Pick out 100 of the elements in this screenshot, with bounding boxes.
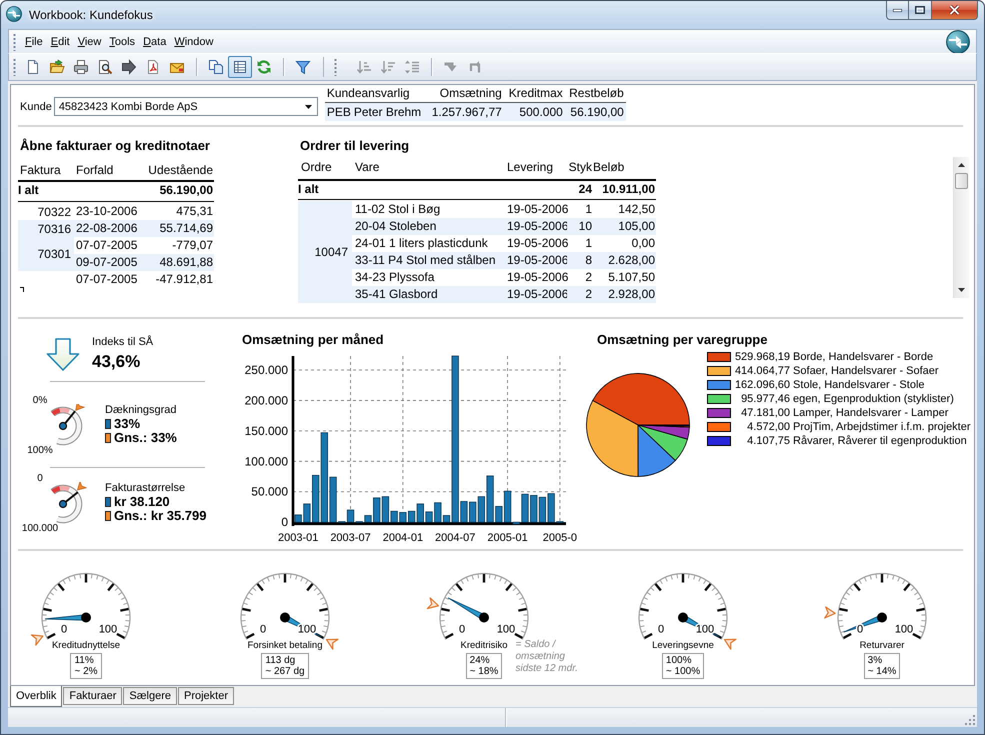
table-cell: 19-05-2006 — [505, 218, 567, 235]
axis-label: 2003-07 — [330, 532, 371, 544]
menu-item[interactable]: Edit — [46, 34, 74, 50]
kpi-figure: kr 38.120 — [114, 495, 170, 509]
arrows-logo-icon — [6, 6, 22, 22]
gauge-needle — [58, 410, 76, 430]
table-cell: 56.190,00 — [564, 103, 626, 121]
legend-label: 4.572,00 ProjTim, Arbejdstimer i.f.m. projekter — [746, 421, 971, 433]
table-cell-text: -47.912,81 — [154, 271, 214, 288]
axis-label: 150.000 — [244, 424, 288, 438]
gauge-needle — [843, 612, 887, 633]
column-header: Beløb — [593, 159, 626, 176]
table-cell-text: 19-05-2006 — [506, 269, 567, 286]
gauge-label: Kreditudnyttelse — [52, 640, 120, 652]
scale-label: 100 — [98, 624, 118, 636]
axis-label: 0 — [281, 515, 288, 530]
tab[interactable]: Overblik — [10, 686, 62, 707]
table-cell: 70316 — [18, 220, 74, 237]
gauge-value: 113 dg — [265, 655, 296, 666]
chart-title: Omsætning per varegruppe — [597, 332, 768, 348]
table-cell: 55.714,69 — [140, 220, 214, 237]
tab[interactable]: Sælgere — [123, 687, 177, 705]
close-button[interactable] — [932, 1, 978, 20]
table-cell: 09-07-2005 — [74, 254, 140, 271]
menu-item[interactable]: File — [21, 34, 47, 50]
gauge-note: = Saldo / omsætning sidste 12 mdr. — [516, 639, 579, 676]
gauge-value: 100% — [666, 655, 692, 666]
open-folder-icon — [49, 59, 65, 75]
gauge-label: Leveringsevne — [652, 640, 714, 652]
toolbar-button[interactable] — [228, 56, 252, 78]
table-cell-text: 142,50 — [617, 201, 656, 218]
pdf-document-icon — [145, 59, 161, 75]
tab[interactable]: Projekter — [178, 687, 234, 705]
scale-label: 100 — [496, 624, 516, 636]
grip-icon — [334, 58, 337, 76]
table-cell: 10 — [567, 218, 593, 235]
scroll-thumb[interactable] — [955, 173, 968, 189]
menu-item[interactable]: Data — [139, 34, 170, 50]
scale-label: 0 — [60, 624, 68, 636]
section-title: Ordrer til levering — [300, 138, 410, 154]
marker-icon — [326, 638, 339, 650]
gauge-needle — [448, 597, 489, 622]
resize-grip-icon — [964, 714, 975, 725]
table-cell-text: 1 — [584, 201, 593, 218]
axis-label: 100.000 — [244, 454, 288, 468]
maximize-button[interactable] — [908, 1, 932, 20]
caret-icon — [304, 104, 312, 108]
menu-item[interactable]: Tools — [105, 34, 140, 50]
down-arrow-icon — [958, 288, 965, 292]
gauge-average: ~ 18% — [470, 666, 498, 677]
legend-label: 162.096,60 Stole, Handelsvarer - Stole — [734, 379, 926, 391]
menu-item[interactable]: View — [74, 34, 106, 50]
table-cell: 19-05-2006 — [505, 252, 567, 269]
column-header: Udestående — [147, 162, 214, 179]
table-cell-text: 11-02 Stol i Bøg — [354, 201, 442, 218]
bent-arrow-icon — [467, 59, 483, 75]
gauge-label: Kreditrisiko — [460, 640, 508, 652]
gauge-value: 24% — [470, 655, 491, 666]
axis-label: 2004-07 — [435, 532, 476, 544]
total-quantity: 24 — [578, 181, 593, 198]
kpi-figure: Gns.: 33% — [114, 431, 177, 445]
gauge-needle — [58, 491, 78, 508]
menu-item[interactable]: Window — [170, 34, 218, 50]
gauge-label: Returvarer — [860, 640, 904, 652]
gauge-value: 11% — [74, 655, 95, 666]
table-cell-text: 70322 — [36, 204, 72, 220]
table-cell-text: 1 — [584, 235, 593, 252]
field-label: Kunde — [20, 100, 52, 114]
column-header: Styk — [568, 159, 593, 176]
maximize-icon — [915, 6, 925, 14]
tab[interactable]: Fakturaer — [63, 687, 122, 705]
legend-label: 414.064,77 Sofaer, Handelsvarer - Sofaer — [734, 365, 940, 377]
minimize-icon — [893, 8, 902, 12]
table-cell-text: 5.107,50 — [607, 269, 656, 286]
corner-mark-icon — [20, 287, 24, 292]
kpi-figure: Gns.: kr 35.799 — [114, 509, 206, 523]
table-cell: 10047 — [298, 201, 352, 303]
scale-label: 100.000 — [20, 524, 60, 534]
scale-label: 0 — [458, 624, 466, 636]
sort-descending-icon — [380, 59, 396, 75]
table-cell-text: 34-23 Plyssofa — [354, 269, 436, 286]
gauge-average: ~ 100% — [666, 666, 700, 677]
gauge-average: ~ 267 dg — [265, 666, 305, 677]
axis-label: 250.000 — [244, 363, 288, 377]
table-cell-text: 475,31 — [175, 203, 214, 220]
column-header: Levering — [506, 159, 554, 176]
sort-list-icon — [404, 59, 420, 75]
table-cell-text: -779,07 — [171, 237, 214, 254]
customer-dropdown[interactable]: 45823423 Kombi Borde ApS — [54, 97, 318, 116]
gauge-average: ~ 14% — [868, 666, 896, 677]
scale-label: 0 — [36, 474, 44, 484]
marker-icon — [76, 482, 88, 491]
gauge-needle — [44, 612, 91, 622]
column-header: Ordre — [300, 159, 333, 176]
marker-icon — [824, 606, 836, 619]
chart-title: Omsætning per måned — [242, 332, 385, 348]
total-label: I alt — [298, 181, 320, 198]
table-cell: 2.928,00 — [593, 286, 656, 303]
gauge-label: Forsinket betaling — [248, 640, 322, 652]
minimize-button[interactable] — [886, 1, 908, 20]
